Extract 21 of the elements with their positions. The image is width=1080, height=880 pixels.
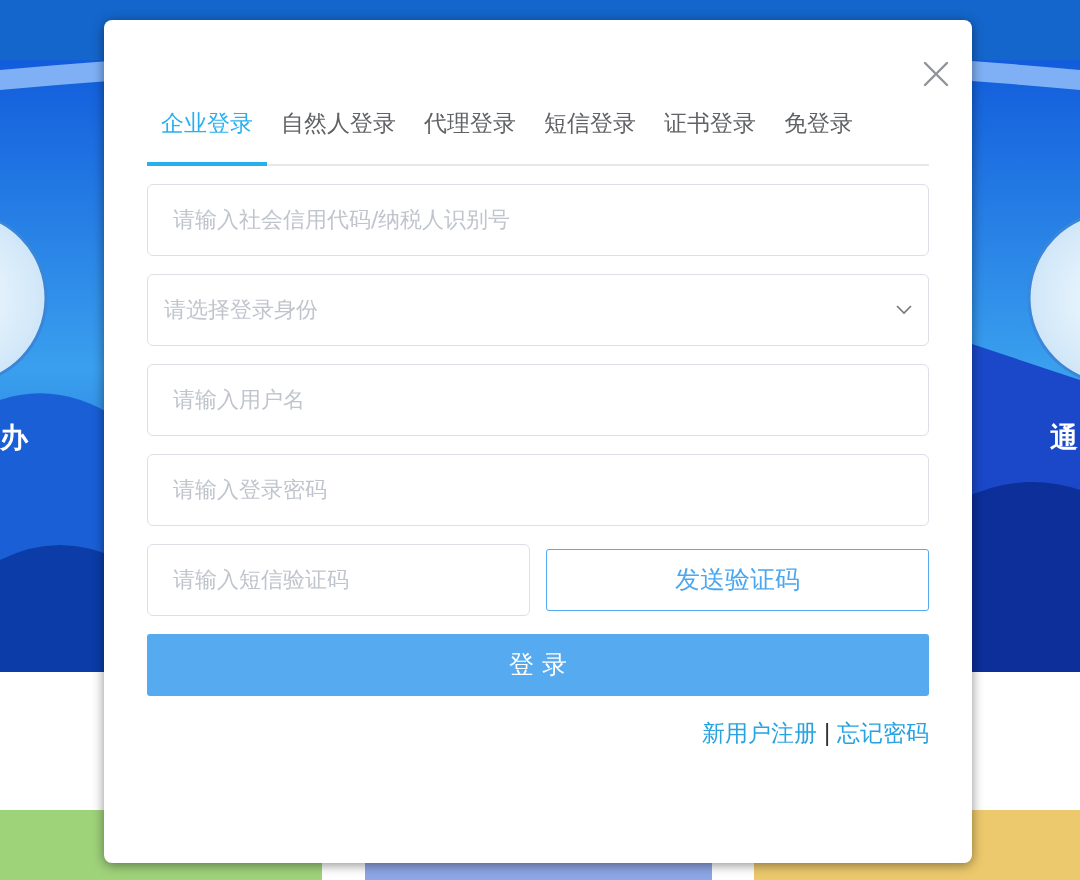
login-tab[interactable]: 短信登录 bbox=[530, 110, 650, 166]
send-code-button[interactable]: 发送验证码 bbox=[546, 548, 929, 611]
input-field[interactable]: 请输入用户名 bbox=[147, 363, 929, 436]
banner-label: 办 bbox=[0, 424, 28, 452]
separator: | bbox=[823, 718, 831, 748]
login-tab[interactable]: 企业登录 bbox=[147, 110, 267, 166]
banner-label: 通 bbox=[1050, 424, 1078, 452]
login-tab[interactable]: 代理登录 bbox=[410, 110, 530, 166]
text-link[interactable]: 新用户注册 bbox=[702, 715, 818, 751]
close-button[interactable] bbox=[922, 60, 950, 88]
sms-code-field[interactable]: 请输入短信验证码 bbox=[147, 543, 530, 616]
role-select[interactable]: 请选择登录身份 bbox=[147, 273, 929, 346]
password-field[interactable]: 请输入登录密码 bbox=[147, 453, 929, 526]
close-icon bbox=[922, 60, 950, 88]
login-tab[interactable]: 证书登录 bbox=[650, 110, 770, 166]
text-link[interactable]: 忘记密码 bbox=[837, 715, 929, 751]
login-button[interactable]: 登 录 bbox=[147, 633, 929, 696]
login-tab[interactable]: 自然人登录 bbox=[267, 110, 410, 166]
input-field[interactable]: 请输入社会信用代码/纳税人识别号 bbox=[147, 183, 929, 256]
chevron-down-icon bbox=[896, 304, 912, 315]
login-tab[interactable]: 免登录 bbox=[770, 110, 867, 166]
